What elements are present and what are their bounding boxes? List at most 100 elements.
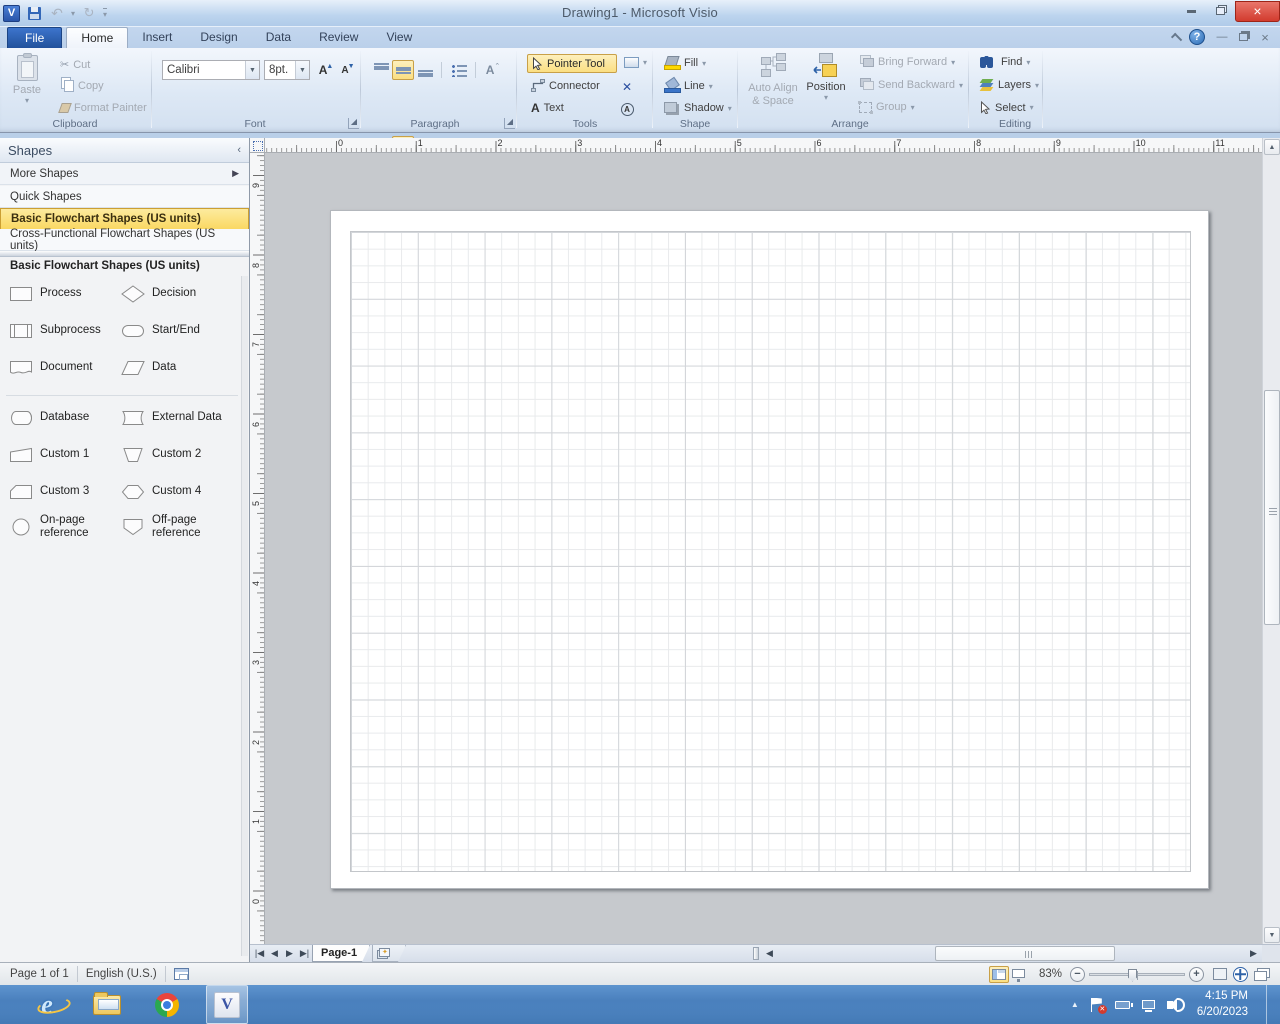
shadow-button[interactable]: Shadow▾ (660, 99, 736, 117)
previous-page-button[interactable]: ◀ (267, 946, 282, 961)
close-button[interactable]: × (1235, 1, 1280, 22)
connection-point-button[interactable]: ✕ (616, 77, 638, 97)
doc-minimize-icon[interactable]: — (1211, 31, 1233, 43)
taskbar-clock[interactable]: 4:15 PM 6/20/2023 (1197, 989, 1248, 1020)
tab-insert[interactable]: Insert (128, 27, 186, 48)
stencil-tab-cross-functional[interactable]: Cross-Functional Flowchart Shapes (US un… (0, 229, 249, 251)
group-button[interactable]: Group▾ (855, 99, 919, 115)
switch-windows-button[interactable] (1250, 966, 1270, 983)
stencil-shape-custom-4[interactable]: Custom 4 (120, 482, 246, 502)
doc-close-icon[interactable]: × (1254, 30, 1276, 45)
scroll-up-icon[interactable]: ▲ (1264, 139, 1280, 155)
minimize-button[interactable] (1177, 1, 1206, 22)
fill-button[interactable]: Fill▾ (660, 54, 710, 72)
format-painter-button[interactable]: Format Painter (56, 100, 151, 116)
text-direction-button[interactable]: A⌃ (482, 60, 504, 80)
paragraph-dialog-launcher-icon[interactable]: ◢ (504, 118, 515, 129)
zoom-slider[interactable] (1089, 973, 1185, 976)
zoom-in-icon[interactable]: + (1189, 967, 1204, 982)
rectangle-tool-dropdown[interactable]: ▾ (620, 55, 651, 70)
stencil-shape-database[interactable]: Database (8, 408, 114, 428)
scroll-down-icon[interactable]: ▼ (1264, 927, 1280, 943)
scrollbar-splitter-handle[interactable] (753, 947, 759, 960)
stencil-shape-subprocess[interactable]: Subprocess (8, 321, 114, 341)
font-family-dropdown-icon[interactable]: ▼ (245, 61, 259, 79)
insert-page-button[interactable]: ✦ (372, 945, 406, 962)
stencil-shape-data[interactable]: Data (120, 358, 246, 378)
select-button[interactable]: Select▾ (976, 99, 1038, 116)
tab-design[interactable]: Design (186, 27, 251, 48)
panel-scrollbar[interactable] (241, 276, 248, 956)
last-page-button[interactable]: ▶| (297, 946, 312, 961)
collapse-panel-icon[interactable]: ‹ (237, 144, 241, 156)
paste-button[interactable]: Paste ▾ (9, 53, 45, 117)
drawing-page[interactable] (330, 210, 1209, 889)
horizontal-scrollbar[interactable] (780, 946, 1246, 962)
grow-font-button[interactable]: A▲ (315, 60, 337, 80)
zoom-level[interactable]: 83% (1039, 968, 1062, 980)
stencil-shape-custom-1[interactable]: Custom 1 (8, 445, 114, 465)
vertical-scrollbar[interactable]: ▲ ▼ (1262, 138, 1280, 944)
first-page-button[interactable]: |◀ (252, 946, 267, 961)
align-top-button[interactable] (370, 60, 392, 80)
vertical-scrollbar-thumb[interactable] (1264, 390, 1280, 625)
font-size-combo[interactable]: 8pt.▼ (264, 60, 310, 80)
tab-file[interactable]: File (7, 27, 62, 49)
stencil-shape-document[interactable]: Document (8, 358, 114, 378)
zoom-out-icon[interactable]: − (1070, 967, 1085, 982)
zoom-slider-thumb[interactable] (1128, 969, 1137, 982)
cut-button[interactable]: ✂Cut (56, 56, 94, 73)
more-shapes-item[interactable]: More Shapes ▶ (0, 163, 249, 185)
fit-page-button[interactable] (1210, 966, 1230, 983)
stencil-shape-off-page-reference[interactable]: Off-page reference (120, 514, 246, 540)
align-bottom-button[interactable] (414, 60, 436, 80)
find-button[interactable]: Find▾ (976, 54, 1034, 70)
text-tool-button[interactable]: AText (527, 99, 568, 117)
stencil-shape-external-data[interactable]: External Data (120, 408, 246, 428)
next-page-button[interactable]: ▶ (282, 946, 297, 961)
taskbar-file-explorer[interactable] (86, 985, 128, 1024)
stencil-shape-start-end[interactable]: Start/End (120, 321, 246, 341)
show-desktop-button[interactable] (1266, 985, 1272, 1024)
language-status[interactable]: English (U.S.) (86, 968, 157, 980)
connector-button[interactable]: Connector (527, 77, 604, 94)
action-center-icon[interactable]: ✕ (1091, 998, 1103, 1012)
auto-align-space-button[interactable]: Auto Align & Space (744, 53, 802, 117)
canvas-viewport[interactable] (265, 153, 1262, 944)
help-icon[interactable]: ? (1189, 29, 1205, 45)
font-size-dropdown-icon[interactable]: ▼ (295, 61, 309, 79)
font-dialog-launcher-icon[interactable]: ◢ (348, 118, 359, 129)
page-info[interactable]: Page 1 of 1 (10, 968, 69, 980)
tab-review[interactable]: Review (305, 27, 372, 48)
panel-splitter-handle[interactable] (0, 251, 249, 257)
tab-home[interactable]: Home (66, 27, 128, 49)
font-family-combo[interactable]: Calibri▼ (162, 60, 260, 80)
pan-zoom-button[interactable] (1230, 966, 1250, 983)
stencil-shape-process[interactable]: Process (8, 284, 114, 304)
show-hidden-icons-button[interactable]: ▲ (1071, 1000, 1079, 1009)
page-tab-active[interactable]: Page-1 (312, 945, 370, 962)
restore-button[interactable] (1206, 1, 1235, 22)
align-middle-button[interactable] (392, 60, 414, 80)
volume-icon[interactable] (1167, 998, 1185, 1012)
macro-icon[interactable] (174, 968, 189, 980)
taskbar-chrome[interactable] (146, 985, 188, 1024)
taskbar-internet-explorer[interactable]: e (26, 985, 68, 1024)
text-block-rotate-button[interactable]: A (616, 99, 638, 119)
bring-forward-button[interactable]: Bring Forward▾ (855, 54, 959, 70)
send-backward-button[interactable]: Send Backward▾ (855, 77, 967, 93)
scroll-right-icon[interactable]: ▶ (1246, 946, 1261, 960)
taskbar-visio[interactable]: V (206, 985, 248, 1024)
position-button[interactable]: Position ▾ (804, 53, 848, 117)
stencil-shape-decision[interactable]: Decision (120, 284, 246, 304)
bullets-button[interactable] (448, 60, 470, 80)
shrink-font-button[interactable]: A▼ (337, 60, 359, 80)
scroll-left-icon[interactable]: ◀ (762, 946, 777, 960)
layers-button[interactable]: Layers▾ (976, 77, 1043, 93)
pointer-tool-button[interactable]: Pointer Tool (527, 54, 617, 73)
stencil-shape-on-page-reference[interactable]: On-page reference (8, 514, 114, 540)
normal-view-button[interactable] (989, 966, 1009, 983)
quick-shapes-item[interactable]: Quick Shapes (0, 186, 249, 208)
line-button[interactable]: Line▾ (660, 77, 717, 95)
battery-icon[interactable] (1115, 1001, 1130, 1009)
